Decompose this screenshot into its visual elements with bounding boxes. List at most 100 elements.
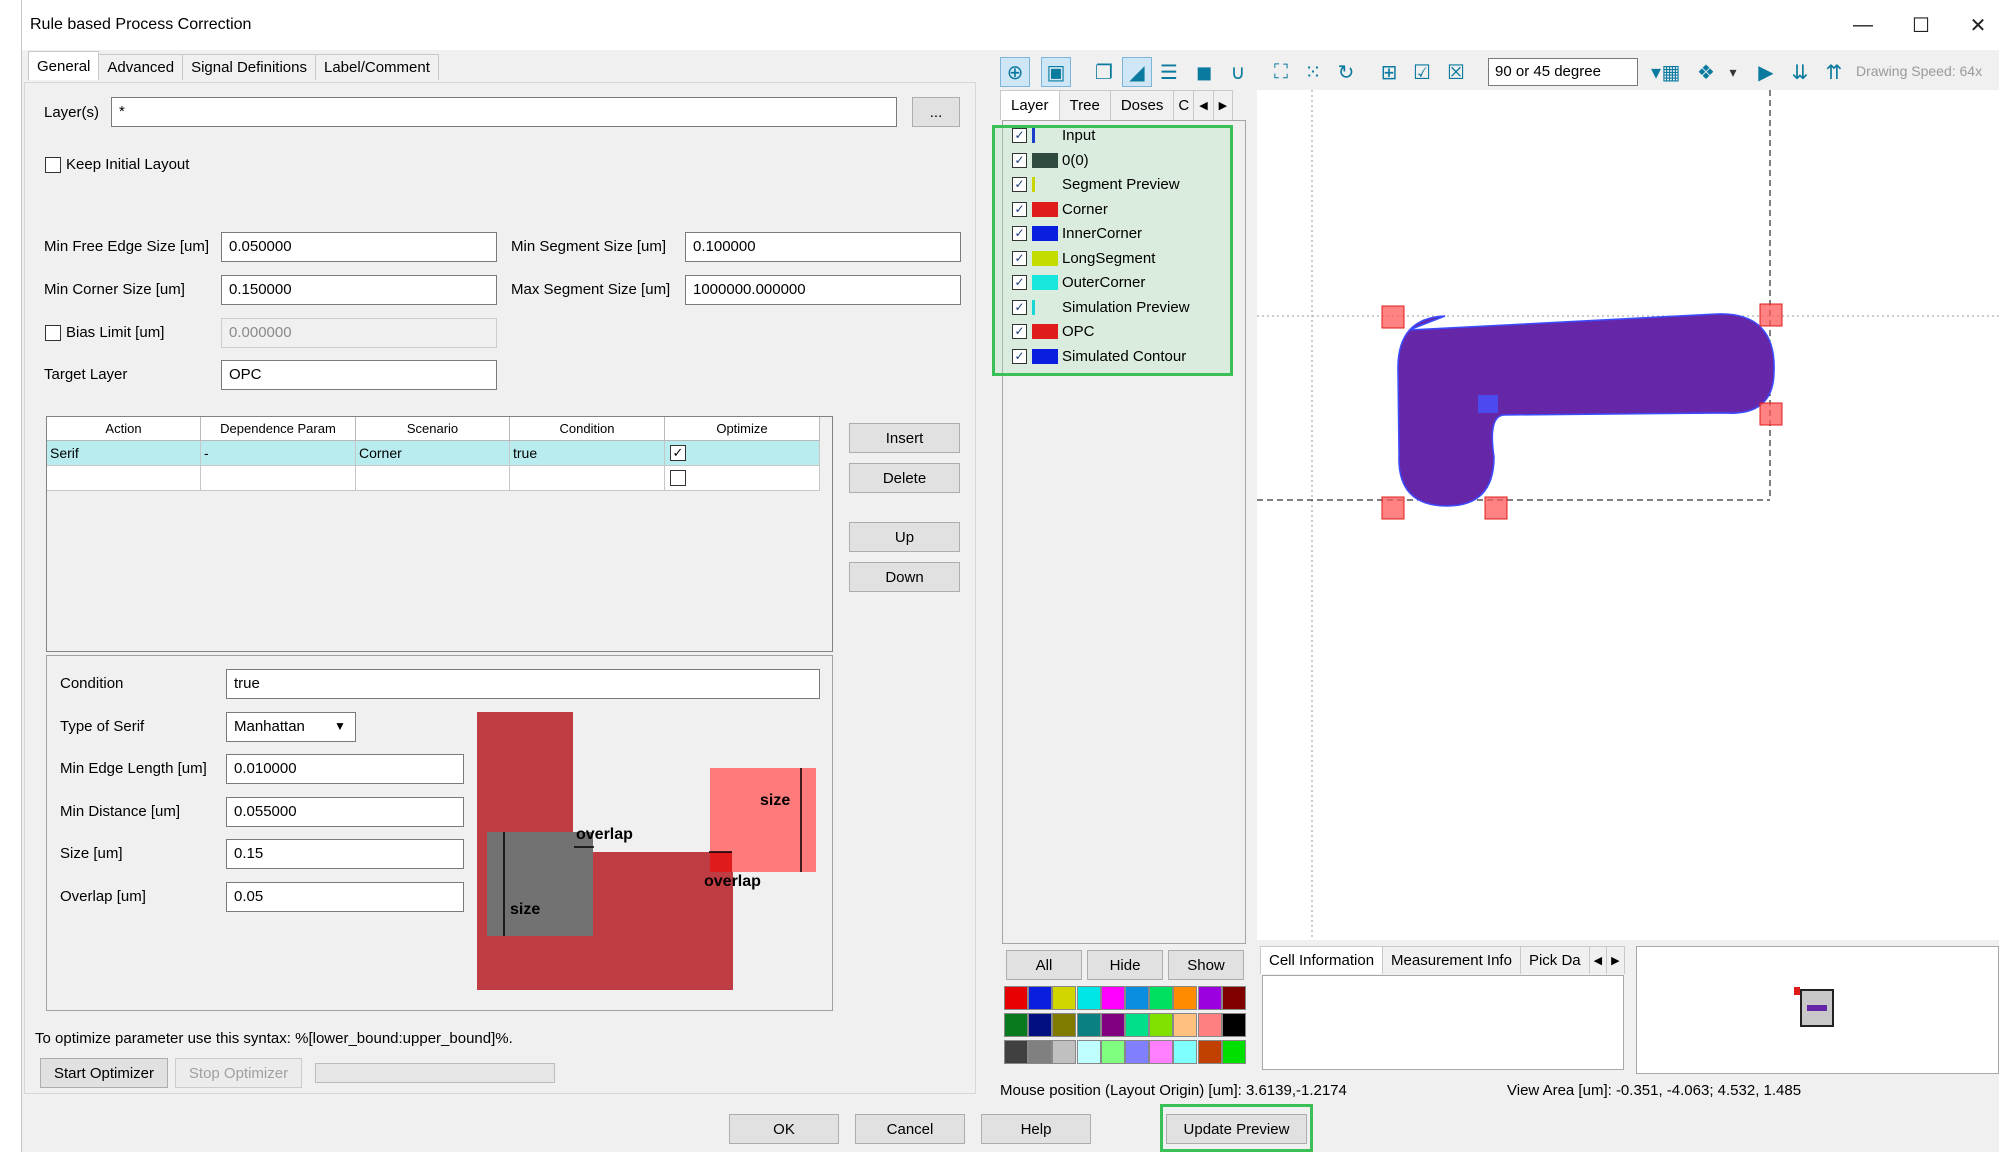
tab-tree[interactable]: Tree [1058,90,1111,120]
table-cell-action[interactable] [47,466,201,491]
max-segment-input[interactable]: 1000000.000000 [685,275,961,305]
show-layers-button[interactable]: Show [1168,950,1244,980]
step-up-icon[interactable]: ⇈ [1819,57,1849,87]
table-cell-dependence[interactable] [201,466,356,491]
palette-color-swatch[interactable] [1004,1013,1028,1037]
condition-input[interactable]: true [226,669,820,699]
tab-c[interactable]: C [1173,90,1195,120]
layers-input[interactable]: * [111,97,897,127]
cancel-button[interactable]: Cancel [855,1114,965,1144]
palette-color-swatch[interactable] [1004,1040,1028,1064]
corner-serif[interactable] [1381,496,1405,520]
overlay-icon[interactable]: ◼ [1189,57,1219,87]
simulated-contour-shape[interactable] [1397,313,1775,507]
fit-view-icon[interactable]: ⛶ [1266,57,1296,87]
delete-button[interactable]: Delete [849,463,960,493]
tab-general[interactable]: General [28,51,100,80]
keep-initial-layout-checkbox[interactable] [45,157,61,173]
layer-checkbox[interactable]: ✓ [1012,201,1027,217]
layer-row-corner[interactable]: ✓ Corner [1012,198,1108,220]
snap-icon[interactable]: ❖ [1691,57,1721,87]
palette-color-swatch[interactable] [1149,986,1174,1010]
layer-row-simulated-contour[interactable]: ✓ Simulated Contour [1012,345,1186,367]
layer-row-longsegment[interactable]: ✓ LongSegment [1012,247,1155,269]
snap-dropdown-icon[interactable]: ▾ [1718,57,1748,87]
layer-checkbox[interactable]: ✓ [1012,225,1027,241]
tab-pick-data[interactable]: Pick Da [1519,946,1590,974]
tab-signal-definitions[interactable]: Signal Definitions [182,54,316,80]
table-cell-action[interactable]: Serif [47,441,201,466]
stack-icon[interactable]: ❐ [1089,57,1119,87]
palette-color-swatch[interactable] [1149,1013,1174,1037]
layer-checkbox[interactable]: ✓ [1012,250,1027,266]
column-header-action[interactable]: Action [47,417,201,441]
layer-row-input[interactable]: ✓ Input [1012,124,1095,146]
info-tab-scroll-right-icon[interactable]: ▶ [1606,946,1625,974]
layer-row-innercorner[interactable]: ✓ InnerCorner [1012,222,1142,244]
table-cell-scenario[interactable]: Corner [356,441,510,466]
palette-color-swatch[interactable] [1052,986,1077,1010]
column-header-condition[interactable]: Condition [510,417,665,441]
layer-checkbox[interactable]: ✓ [1012,323,1027,339]
maximize-icon[interactable]: ☐ [1898,8,1944,42]
table-cell-optimize[interactable]: ✓ [665,441,820,466]
size-input[interactable]: 0.15 [226,839,464,869]
table-row[interactable] [47,466,820,491]
down-button[interactable]: Down [849,562,960,592]
optimize-checkbox-unchecked[interactable] [670,470,686,486]
layer-checkbox[interactable]: ✓ [1012,299,1027,315]
optimize-checkbox-checked[interactable]: ✓ [670,445,686,461]
palette-color-swatch[interactable] [1028,1040,1053,1064]
tab-measurement-info[interactable]: Measurement Info [1382,946,1521,974]
layer-row-opc[interactable]: ✓ OPC [1012,320,1095,342]
step-down-icon[interactable]: ⇊ [1785,57,1815,87]
palette-color-swatch[interactable] [1125,1013,1149,1037]
column-header-dependence[interactable]: Dependence Param [201,417,356,441]
min-edge-length-input[interactable]: 0.010000 [226,754,464,784]
layer-checkbox[interactable]: ✓ [1012,152,1027,168]
palette-color-swatch[interactable] [1197,1013,1222,1037]
layer-row-simulation-preview[interactable]: ✓ Simulation Preview [1012,296,1190,318]
min-segment-input[interactable]: 0.100000 [685,232,961,262]
table-cell-optimize[interactable] [665,466,820,491]
update-preview-button[interactable]: Update Preview [1166,1114,1307,1144]
palette-color-swatch[interactable] [1004,986,1028,1010]
palette-color-swatch[interactable] [1100,1013,1125,1037]
palette-color-swatch[interactable] [1197,986,1222,1010]
palette-color-swatch[interactable] [1221,1013,1246,1037]
check-all-icon[interactable]: ☑ [1407,57,1437,87]
table-cell-condition[interactable]: true [510,441,665,466]
overview-minimap[interactable] [1636,946,1999,1074]
table-cell-dependence[interactable]: - [201,441,356,466]
info-tab-scroll-left-icon[interactable]: ◀ [1588,946,1608,974]
tab-label-comment[interactable]: Label/Comment [315,54,439,80]
ok-button[interactable]: OK [729,1114,839,1144]
up-button[interactable]: Up [849,522,960,552]
angle-mode-select[interactable]: 90 or 45 degree [1488,58,1638,86]
insert-button[interactable]: Insert [849,423,960,453]
palette-color-swatch[interactable] [1052,1040,1077,1064]
palette-color-swatch[interactable] [1125,986,1149,1010]
fill-mode-icon[interactable]: ◢ [1122,57,1152,87]
overlap-input[interactable]: 0.05 [226,882,464,912]
palette-color-swatch[interactable] [1125,1040,1149,1064]
column-header-scenario[interactable]: Scenario [356,417,510,441]
column-header-optimize[interactable]: Optimize [665,417,820,441]
palette-color-swatch[interactable] [1221,1040,1246,1064]
corner-serif[interactable] [1759,402,1783,426]
refresh-icon[interactable]: ↻ [1331,57,1361,87]
tab-layer[interactable]: Layer [1000,90,1060,120]
select-tool-icon[interactable]: ⊕ [1000,57,1030,87]
palette-color-swatch[interactable] [1173,986,1198,1010]
palette-color-swatch[interactable] [1197,1040,1222,1064]
palette-color-swatch[interactable] [1052,1013,1077,1037]
corner-serif[interactable] [1759,303,1783,327]
target-layer-input[interactable]: OPC [221,360,497,390]
palette-color-swatch[interactable] [1100,1040,1125,1064]
min-corner-input[interactable]: 0.150000 [221,275,497,305]
table-cell-scenario[interactable] [356,466,510,491]
palette-color-swatch[interactable] [1076,1013,1101,1037]
table-row[interactable]: Serif - Corner true ✓ [47,441,820,466]
layer-row-segment-preview[interactable]: ✓ Segment Preview [1012,173,1180,195]
play-icon[interactable]: ▶ [1751,57,1781,87]
